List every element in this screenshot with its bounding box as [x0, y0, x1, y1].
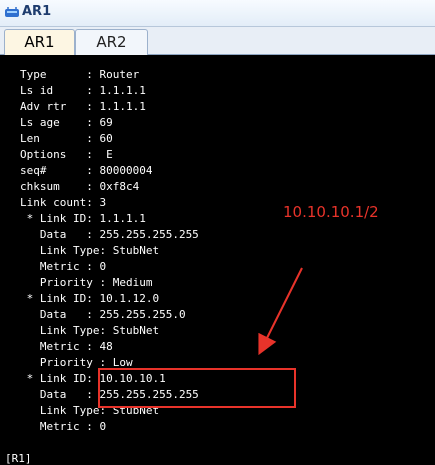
terminal-line: Data : 255.255.255.0: [20, 308, 186, 321]
terminal-line: Link Type: StubNet: [20, 404, 160, 417]
terminal-prompt[interactable]: [R1]: [5, 453, 32, 465]
terminal-line: Ls id : 1.1.1.1: [20, 84, 146, 97]
window-title: AR1: [22, 4, 52, 19]
tab-ar1[interactable]: AR1: [4, 29, 75, 55]
terminal-line: Adv rtr : 1.1.1.1: [20, 100, 146, 113]
terminal-line: Link count: 3: [20, 196, 107, 209]
tab-ar2[interactable]: AR2: [75, 29, 148, 55]
terminal-line: Metric : 0: [20, 420, 107, 433]
terminal-line: chksum : 0xf8c4: [20, 180, 140, 193]
terminal-line: Data : 255.255.255.255: [20, 228, 199, 241]
annotation-label: 10.10.10.1/2: [283, 203, 379, 221]
terminal-line: Type : Router: [20, 68, 140, 81]
terminal-line: * Link ID: 10.1.12.0: [20, 292, 160, 305]
terminal-line: Ls age : 69: [20, 116, 113, 129]
title-bar: AR1: [0, 0, 435, 27]
terminal-line: Link Type: StubNet: [20, 324, 160, 337]
router-app-icon: [5, 7, 19, 17]
terminal-line: Data : 255.255.255.255: [20, 388, 199, 401]
tab-strip: AR1 AR2: [0, 27, 435, 55]
terminal-line: * Link ID: 1.1.1.1: [20, 212, 146, 225]
terminal-line: Options : E: [20, 148, 113, 161]
terminal-line: Len : 60: [20, 132, 113, 145]
terminal-line: Link Type: StubNet: [20, 244, 160, 257]
terminal-line: Priority : Medium: [20, 276, 153, 289]
terminal-line: Metric : 0: [20, 260, 107, 273]
terminal-line: seq# : 80000004: [20, 164, 153, 177]
terminal-line: Priority : Low: [20, 356, 133, 369]
terminal-line: * Link ID: 10.10.10.1: [20, 372, 166, 385]
terminal-line: Metric : 48: [20, 340, 113, 353]
